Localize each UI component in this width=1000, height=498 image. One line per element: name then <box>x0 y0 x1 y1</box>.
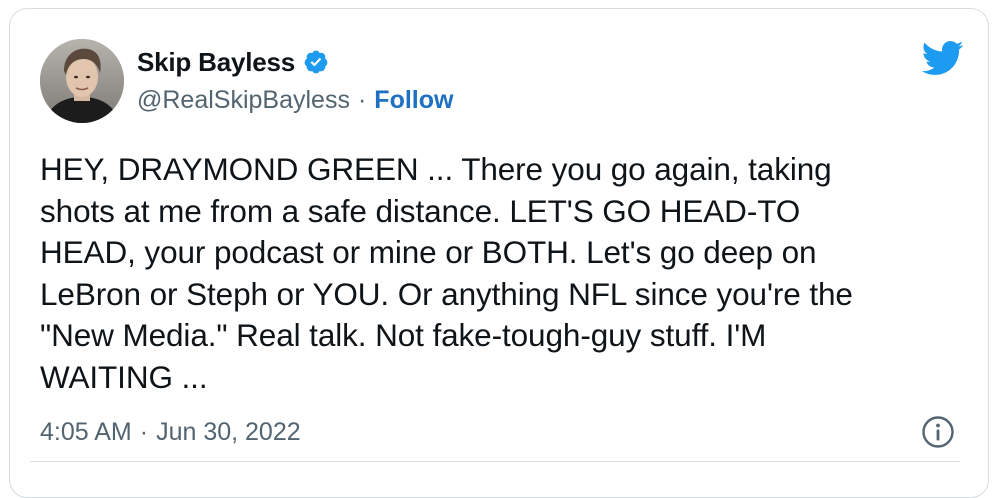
author-handle[interactable]: @RealSkipBayless <box>137 86 350 115</box>
author-name[interactable]: Skip Bayless <box>137 47 295 78</box>
tweet-time: 4:05 AM <box>40 417 132 446</box>
author-name-row: Skip Bayless <box>137 45 329 79</box>
tweet-date: Jun 30, 2022 <box>156 417 301 446</box>
tweet-card: Skip Bayless @RealSkipBayless · Follow H… <box>9 8 989 498</box>
tweet-timestamp[interactable]: 4:05 AM · Jun 30, 2022 <box>40 415 301 449</box>
avatar[interactable] <box>40 39 124 123</box>
verified-badge-icon <box>303 49 329 75</box>
avatar-image <box>40 39 124 123</box>
timestamp-separator: · <box>139 417 149 446</box>
author-handle-row: @RealSkipBayless · Follow <box>137 83 453 117</box>
info-icon[interactable] <box>921 415 955 449</box>
follow-button[interactable]: Follow <box>374 86 453 115</box>
twitter-bird-icon[interactable] <box>920 39 964 77</box>
handle-separator: · <box>357 85 367 114</box>
tweet-text: HEY, DRAYMOND GREEN ... There you go aga… <box>40 151 853 395</box>
divider <box>30 461 960 462</box>
